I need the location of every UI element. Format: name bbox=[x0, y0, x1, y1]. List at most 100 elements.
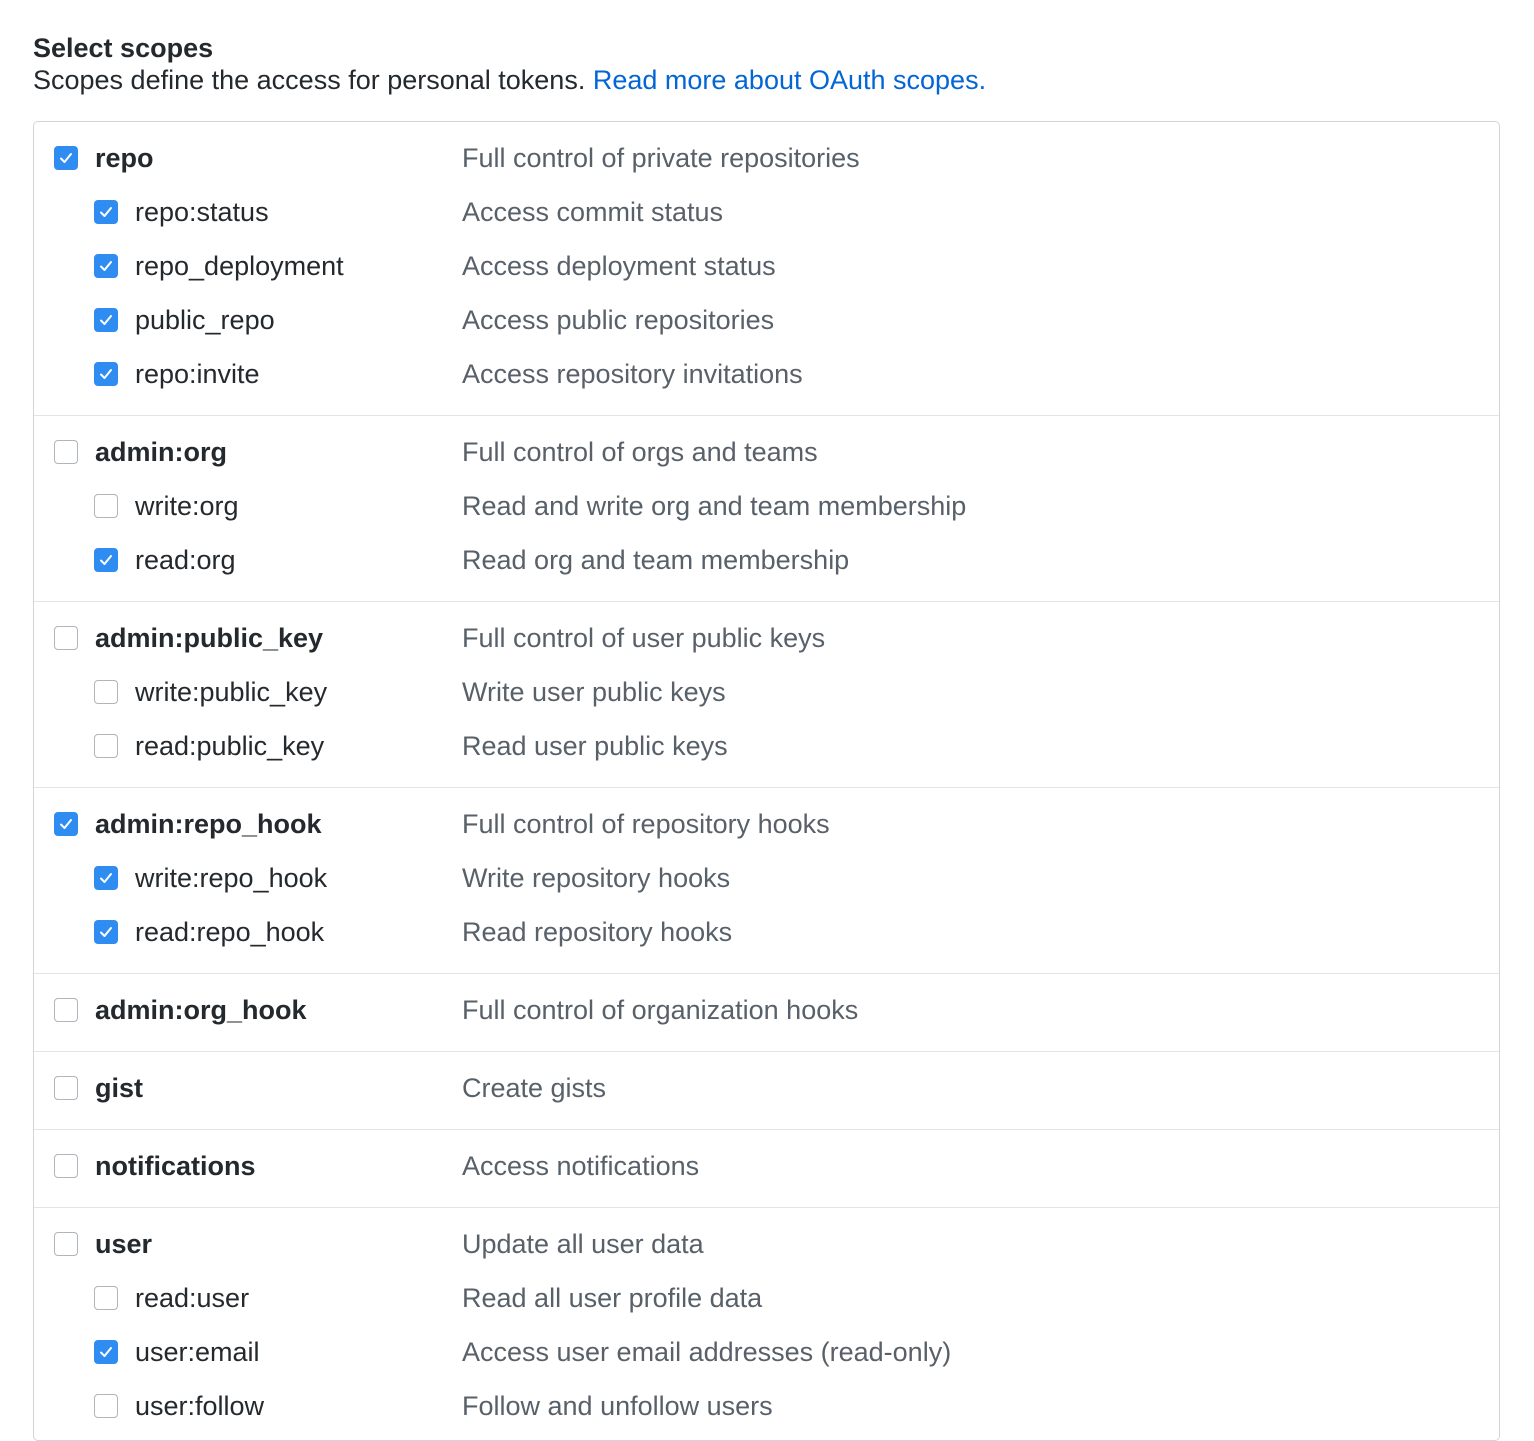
scope-row-gist: gist Create gists bbox=[34, 1062, 1499, 1116]
scope-name[interactable]: user bbox=[95, 1226, 152, 1262]
scope-checkbox-repo-invite[interactable] bbox=[94, 362, 118, 386]
scope-checkbox-read-public-key[interactable] bbox=[94, 734, 118, 758]
scope-description: Write repository hooks bbox=[462, 863, 731, 893]
scope-checkbox-user[interactable] bbox=[54, 1232, 78, 1256]
scope-checkbox-read-user[interactable] bbox=[94, 1286, 118, 1310]
scope-description: Follow and unfollow users bbox=[462, 1391, 773, 1421]
scope-description: Read user public keys bbox=[462, 731, 728, 761]
scopes-list: repo Full control of private repositories… bbox=[33, 121, 1500, 1441]
scope-description: Update all user data bbox=[462, 1229, 704, 1259]
scope-group: admin:org Full control of orgs and teams w… bbox=[34, 416, 1499, 602]
checkmark-icon bbox=[100, 873, 112, 883]
scope-name[interactable]: admin:org bbox=[95, 434, 227, 470]
scope-checkbox-write-public-key[interactable] bbox=[94, 680, 118, 704]
scope-checkbox-admin-org-hook[interactable] bbox=[54, 998, 78, 1022]
scope-checkbox-repo-deployment[interactable] bbox=[94, 254, 118, 278]
checkmark-icon bbox=[100, 207, 112, 217]
scope-row-write-public-key: write:public_key Write user public keys bbox=[34, 666, 1499, 720]
scopes-intro: Scopes define the access for personal to… bbox=[33, 62, 986, 98]
page-title: Select scopes bbox=[33, 33, 214, 64]
scope-name[interactable]: admin:public_key bbox=[95, 620, 323, 656]
scope-checkbox-user-follow[interactable] bbox=[94, 1394, 118, 1418]
scope-row-repo-status: repo:status Access commit status bbox=[34, 186, 1499, 240]
scope-name[interactable]: admin:repo_hook bbox=[95, 806, 322, 842]
scope-checkbox-write-repo-hook[interactable] bbox=[94, 866, 118, 890]
scope-description: Access repository invitations bbox=[462, 359, 803, 389]
scope-checkbox-notifications[interactable] bbox=[54, 1154, 78, 1178]
scope-description: Full control of private repositories bbox=[462, 143, 860, 173]
scope-checkbox-user-email[interactable] bbox=[94, 1340, 118, 1364]
scope-checkbox-read-repo-hook[interactable] bbox=[94, 920, 118, 944]
scope-checkbox-admin-org[interactable] bbox=[54, 440, 78, 464]
scope-name[interactable]: repo_deployment bbox=[135, 248, 344, 284]
checkmark-icon bbox=[100, 369, 112, 379]
scope-group: admin:repo_hook Full control of repositor… bbox=[34, 788, 1499, 974]
scope-description: Full control of user public keys bbox=[462, 623, 826, 653]
scope-group: admin:org_hook Full control of organizati… bbox=[34, 974, 1499, 1052]
scope-name[interactable]: repo bbox=[95, 140, 154, 176]
scope-row-read-repo-hook: read:repo_hook Read repository hooks bbox=[34, 906, 1499, 960]
scope-description: Read and write org and team membership bbox=[462, 491, 967, 521]
scope-name[interactable]: write:public_key bbox=[135, 674, 327, 710]
scope-row-read-user: read:user Read all user profile data bbox=[34, 1272, 1499, 1326]
scope-name[interactable]: notifications bbox=[95, 1148, 256, 1184]
scope-checkbox-admin-public-key[interactable] bbox=[54, 626, 78, 650]
scope-group: repo Full control of private repositories… bbox=[34, 122, 1499, 416]
checkmark-icon bbox=[60, 819, 72, 829]
scope-row-repo-invite: repo:invite Access repository invitations bbox=[34, 348, 1499, 402]
scope-row-notifications: notifications Access notifications bbox=[34, 1140, 1499, 1194]
checkmark-icon bbox=[60, 153, 72, 163]
scope-checkbox-repo[interactable] bbox=[54, 146, 78, 170]
scope-row-admin-repo-hook: admin:repo_hook Full control of repositor… bbox=[34, 798, 1499, 852]
scope-description: Full control of organization hooks bbox=[462, 995, 859, 1025]
scope-description: Read org and team membership bbox=[462, 545, 850, 575]
scope-row-read-org: read:org Read org and team membership bbox=[34, 534, 1499, 588]
scope-name[interactable]: read:org bbox=[135, 542, 236, 578]
scope-description: Full control of repository hooks bbox=[462, 809, 830, 839]
scope-name[interactable]: write:repo_hook bbox=[135, 860, 327, 896]
scope-checkbox-write-org[interactable] bbox=[94, 494, 118, 518]
scope-name[interactable]: read:public_key bbox=[135, 728, 324, 764]
scope-group: notifications Access notifications bbox=[34, 1130, 1499, 1208]
scope-row-user-follow: user:follow Follow and unfollow users bbox=[34, 1380, 1499, 1434]
scope-row-admin-public-key: admin:public_key Full control of user pub… bbox=[34, 612, 1499, 666]
checkmark-icon bbox=[100, 261, 112, 271]
checkmark-icon bbox=[100, 927, 112, 937]
scope-name[interactable]: user:follow bbox=[135, 1388, 264, 1424]
scope-row-read-public-key: read:public_key Read user public keys bbox=[34, 720, 1499, 774]
scope-checkbox-repo-status[interactable] bbox=[94, 200, 118, 224]
scope-name[interactable]: user:email bbox=[135, 1334, 260, 1370]
scope-name[interactable]: read:repo_hook bbox=[135, 914, 324, 950]
scope-name[interactable]: admin:org_hook bbox=[95, 992, 307, 1028]
scope-row-write-repo-hook: write:repo_hook Write repository hooks bbox=[34, 852, 1499, 906]
checkmark-icon bbox=[100, 1347, 112, 1357]
intro-text: Scopes define the access for personal to… bbox=[33, 65, 586, 95]
scope-row-user: user Update all user data bbox=[34, 1218, 1499, 1272]
scope-checkbox-gist[interactable] bbox=[54, 1076, 78, 1100]
scope-description: Access commit status bbox=[462, 197, 724, 227]
scope-row-write-org: write:org Read and write org and team mem… bbox=[34, 480, 1499, 534]
scope-checkbox-admin-repo-hook[interactable] bbox=[54, 812, 78, 836]
scope-group: user Update all user data read:user Read al… bbox=[34, 1208, 1499, 1440]
scope-name[interactable]: read:user bbox=[135, 1280, 249, 1316]
scope-description: Write user public keys bbox=[462, 677, 726, 707]
scope-checkbox-public-repo[interactable] bbox=[94, 308, 118, 332]
scope-name[interactable]: write:org bbox=[135, 488, 239, 524]
scope-name[interactable]: gist bbox=[95, 1070, 143, 1106]
scope-name[interactable]: public_repo bbox=[135, 302, 275, 338]
scope-row-user-email: user:email Access user email addresses (r… bbox=[34, 1326, 1499, 1380]
oauth-scopes-link[interactable]: Read more about OAuth scopes. bbox=[593, 65, 986, 95]
scope-row-repo-deployment: repo_deployment Access deployment status bbox=[34, 240, 1499, 294]
scope-name[interactable]: repo:status bbox=[135, 194, 269, 230]
scope-row-admin-org: admin:org Full control of orgs and teams bbox=[34, 426, 1499, 480]
scope-row-public-repo: public_repo Access public repositories bbox=[34, 294, 1499, 348]
scope-checkbox-read-org[interactable] bbox=[94, 548, 118, 572]
scope-row-repo: repo Full control of private repositories bbox=[34, 132, 1499, 186]
scope-description: Create gists bbox=[462, 1073, 607, 1103]
scope-description: Full control of orgs and teams bbox=[462, 437, 818, 467]
scope-description: Access user email addresses (read-only) bbox=[462, 1337, 952, 1367]
scope-row-admin-org-hook: admin:org_hook Full control of organizati… bbox=[34, 984, 1499, 1038]
scope-name[interactable]: repo:invite bbox=[135, 356, 260, 392]
scope-description: Access deployment status bbox=[462, 251, 776, 281]
scope-description: Read all user profile data bbox=[462, 1283, 763, 1313]
